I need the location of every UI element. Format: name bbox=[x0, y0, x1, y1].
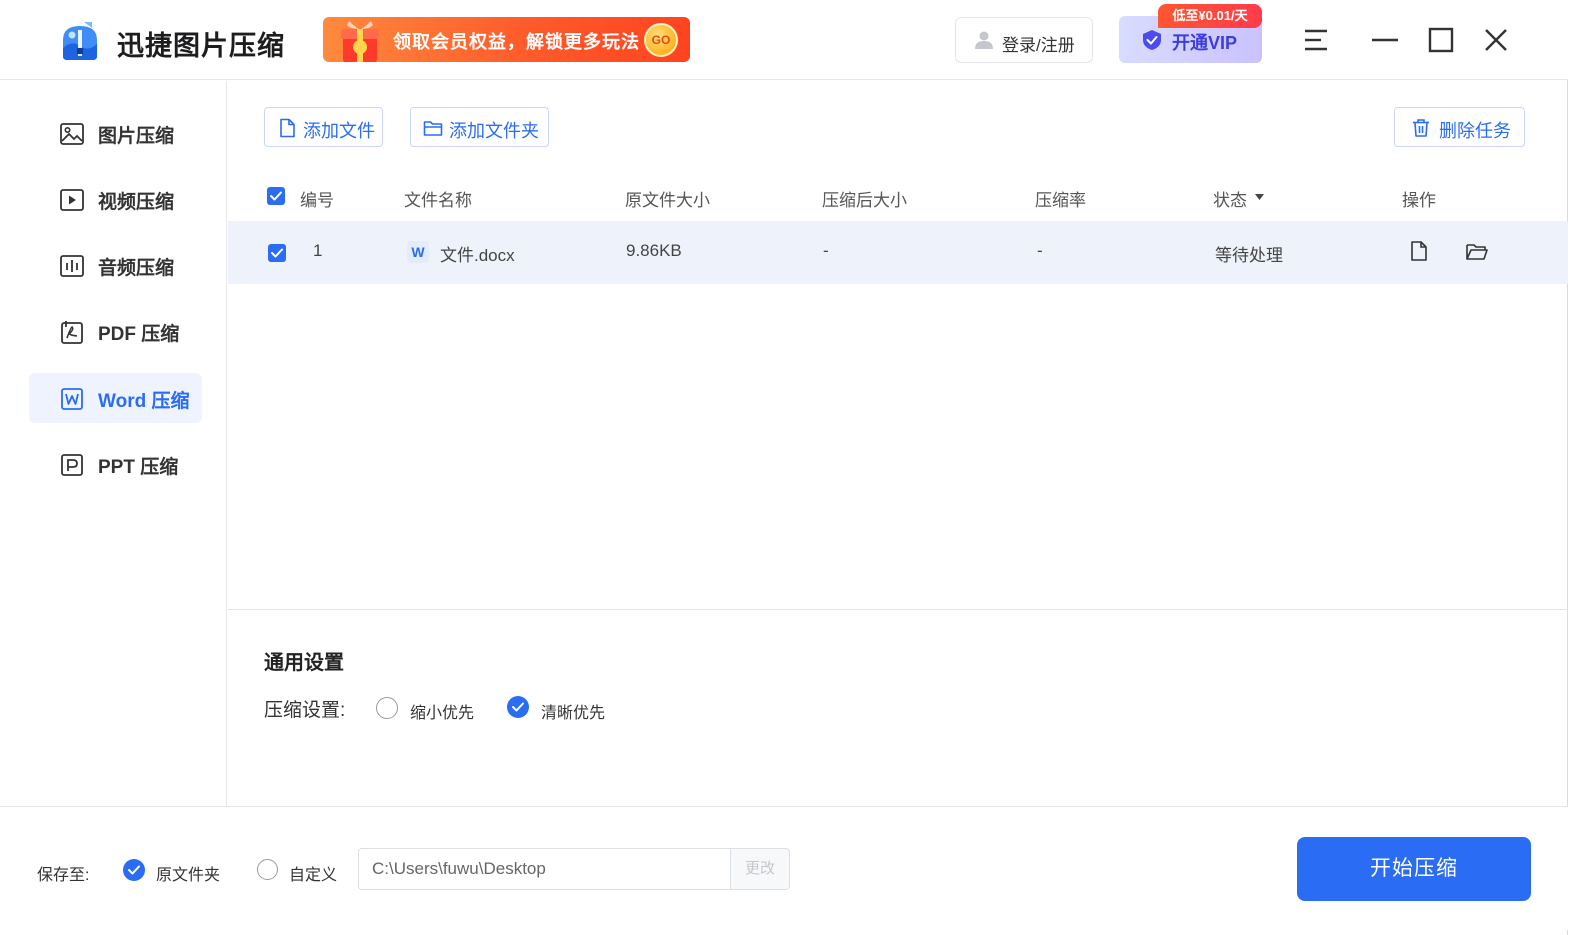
column-header-actions: 操作 bbox=[1402, 191, 1436, 210]
promo-text: 领取会员权益，解锁更多玩法 bbox=[393, 32, 640, 52]
change-path-button[interactable]: 更改 bbox=[730, 848, 790, 890]
row-file-name: 文件.docx bbox=[440, 246, 515, 265]
sidebar-item-pdf[interactable]: PDF 压缩 bbox=[29, 306, 202, 356]
login-button[interactable]: 登录/注册 bbox=[955, 17, 1093, 63]
sidebar-item-label: PDF 压缩 bbox=[98, 324, 180, 345]
sidebar-item-video[interactable]: 视频压缩 bbox=[29, 174, 202, 224]
menu-icon[interactable] bbox=[1300, 24, 1332, 56]
folder-icon bbox=[423, 121, 443, 136]
column-header-status[interactable]: 状态 bbox=[1213, 186, 1247, 211]
row-status: 等待处理 bbox=[1215, 246, 1283, 265]
vip-label: 开通VIP bbox=[1172, 33, 1238, 53]
audio-icon bbox=[60, 255, 84, 277]
sidebar-item-audio[interactable]: 音频压缩 bbox=[29, 240, 202, 290]
minimize-icon[interactable] bbox=[1369, 24, 1401, 56]
add-folder-label: 添加文件夹 bbox=[449, 121, 539, 141]
login-label: 登录/注册 bbox=[1002, 36, 1075, 55]
window-border bbox=[1567, 0, 1568, 935]
radio-clarity-first-label[interactable]: 清晰优先 bbox=[541, 699, 605, 723]
app-logo-icon bbox=[63, 22, 97, 60]
sidebar-item-label: Word 压缩 bbox=[98, 391, 190, 412]
row-index: 1 bbox=[313, 241, 323, 260]
preview-file-icon[interactable] bbox=[1408, 240, 1430, 262]
app-title: 迅捷图片压缩 bbox=[117, 31, 285, 61]
gift-icon bbox=[341, 21, 379, 62]
pdf-icon bbox=[61, 321, 83, 344]
open-folder-icon[interactable] bbox=[1465, 241, 1489, 263]
radio-original-folder-label[interactable]: 原文件夹 bbox=[156, 861, 220, 885]
sidebar-item-ppt[interactable]: PPT 压缩 bbox=[29, 439, 202, 489]
row-ratio: - bbox=[1037, 241, 1043, 260]
title-bar: 迅捷图片压缩 领取会员权益，解锁更多玩法 GO 登录/注册 开通VIP 低至¥0… bbox=[0, 0, 1568, 80]
save-to-label: 保存至: bbox=[37, 867, 90, 884]
video-icon bbox=[60, 189, 84, 211]
column-header-compressed-size: 压缩后大小 bbox=[822, 191, 907, 210]
sidebar-item-label: 视频压缩 bbox=[98, 192, 175, 213]
check-icon bbox=[270, 191, 282, 201]
sidebar-item-word[interactable]: Word 压缩 bbox=[29, 373, 202, 423]
row-checkbox[interactable] bbox=[268, 244, 286, 262]
column-header-index: 编号 bbox=[300, 191, 334, 210]
add-file-label: 添加文件 bbox=[303, 121, 375, 141]
delete-task-label: 删除任务 bbox=[1439, 121, 1511, 141]
sidebar-item-image[interactable]: 图片压缩 bbox=[29, 108, 202, 158]
check-icon bbox=[128, 865, 140, 875]
table-row[interactable] bbox=[228, 221, 1568, 284]
add-folder-button[interactable]: 添加文件夹 bbox=[410, 107, 549, 147]
radio-custom-folder[interactable] bbox=[257, 859, 278, 880]
section-divider bbox=[228, 609, 1568, 610]
radio-smaller-first[interactable] bbox=[376, 697, 398, 719]
status-dropdown-icon[interactable] bbox=[1254, 193, 1265, 201]
add-file-button[interactable]: 添加文件 bbox=[264, 107, 383, 147]
row-compressed-size: - bbox=[823, 241, 829, 260]
vip-shield-icon bbox=[1143, 30, 1161, 50]
check-icon bbox=[512, 702, 524, 712]
sidebar-item-label: 音频压缩 bbox=[98, 258, 175, 279]
trash-icon bbox=[1413, 119, 1429, 137]
sidebar-item-label: PPT 压缩 bbox=[98, 457, 179, 478]
word-file-icon: W bbox=[407, 241, 429, 263]
word-icon bbox=[61, 388, 83, 410]
close-icon[interactable] bbox=[1480, 24, 1512, 56]
promo-banner[interactable]: 领取会员权益，解锁更多玩法 GO bbox=[323, 17, 690, 62]
column-header-original-size: 原文件大小 bbox=[625, 191, 710, 210]
radio-smaller-first-label[interactable]: 缩小优先 bbox=[410, 699, 474, 723]
save-path-input[interactable] bbox=[358, 848, 731, 890]
column-header-name: 文件名称 bbox=[404, 191, 472, 210]
vip-price-badge: 低至¥0.01/天 bbox=[1158, 4, 1262, 28]
file-icon bbox=[280, 118, 295, 138]
radio-custom-folder-label[interactable]: 自定义 bbox=[289, 861, 337, 885]
ppt-icon bbox=[61, 454, 83, 476]
delete-task-button[interactable]: 删除任务 bbox=[1394, 107, 1525, 147]
check-icon bbox=[271, 248, 283, 258]
user-icon bbox=[975, 31, 993, 49]
start-compress-button[interactable]: 开始压缩 bbox=[1297, 837, 1531, 901]
radio-original-folder[interactable] bbox=[123, 859, 145, 881]
sidebar: 图片压缩 视频压缩 音频压缩 PDF 压缩 Word 压缩 PPT 压缩 bbox=[0, 81, 227, 806]
row-original-size: 9.86KB bbox=[626, 241, 682, 260]
settings-title: 通用设置 bbox=[264, 652, 344, 674]
promo-go-button[interactable]: GO bbox=[644, 23, 678, 57]
sidebar-item-label: 图片压缩 bbox=[98, 126, 175, 147]
image-icon bbox=[60, 123, 84, 145]
column-header-ratio: 压缩率 bbox=[1035, 191, 1086, 210]
radio-clarity-first[interactable] bbox=[507, 696, 529, 718]
compress-settings-label: 压缩设置: bbox=[264, 700, 346, 721]
maximize-icon[interactable] bbox=[1425, 24, 1457, 56]
select-all-checkbox[interactable] bbox=[267, 187, 285, 205]
